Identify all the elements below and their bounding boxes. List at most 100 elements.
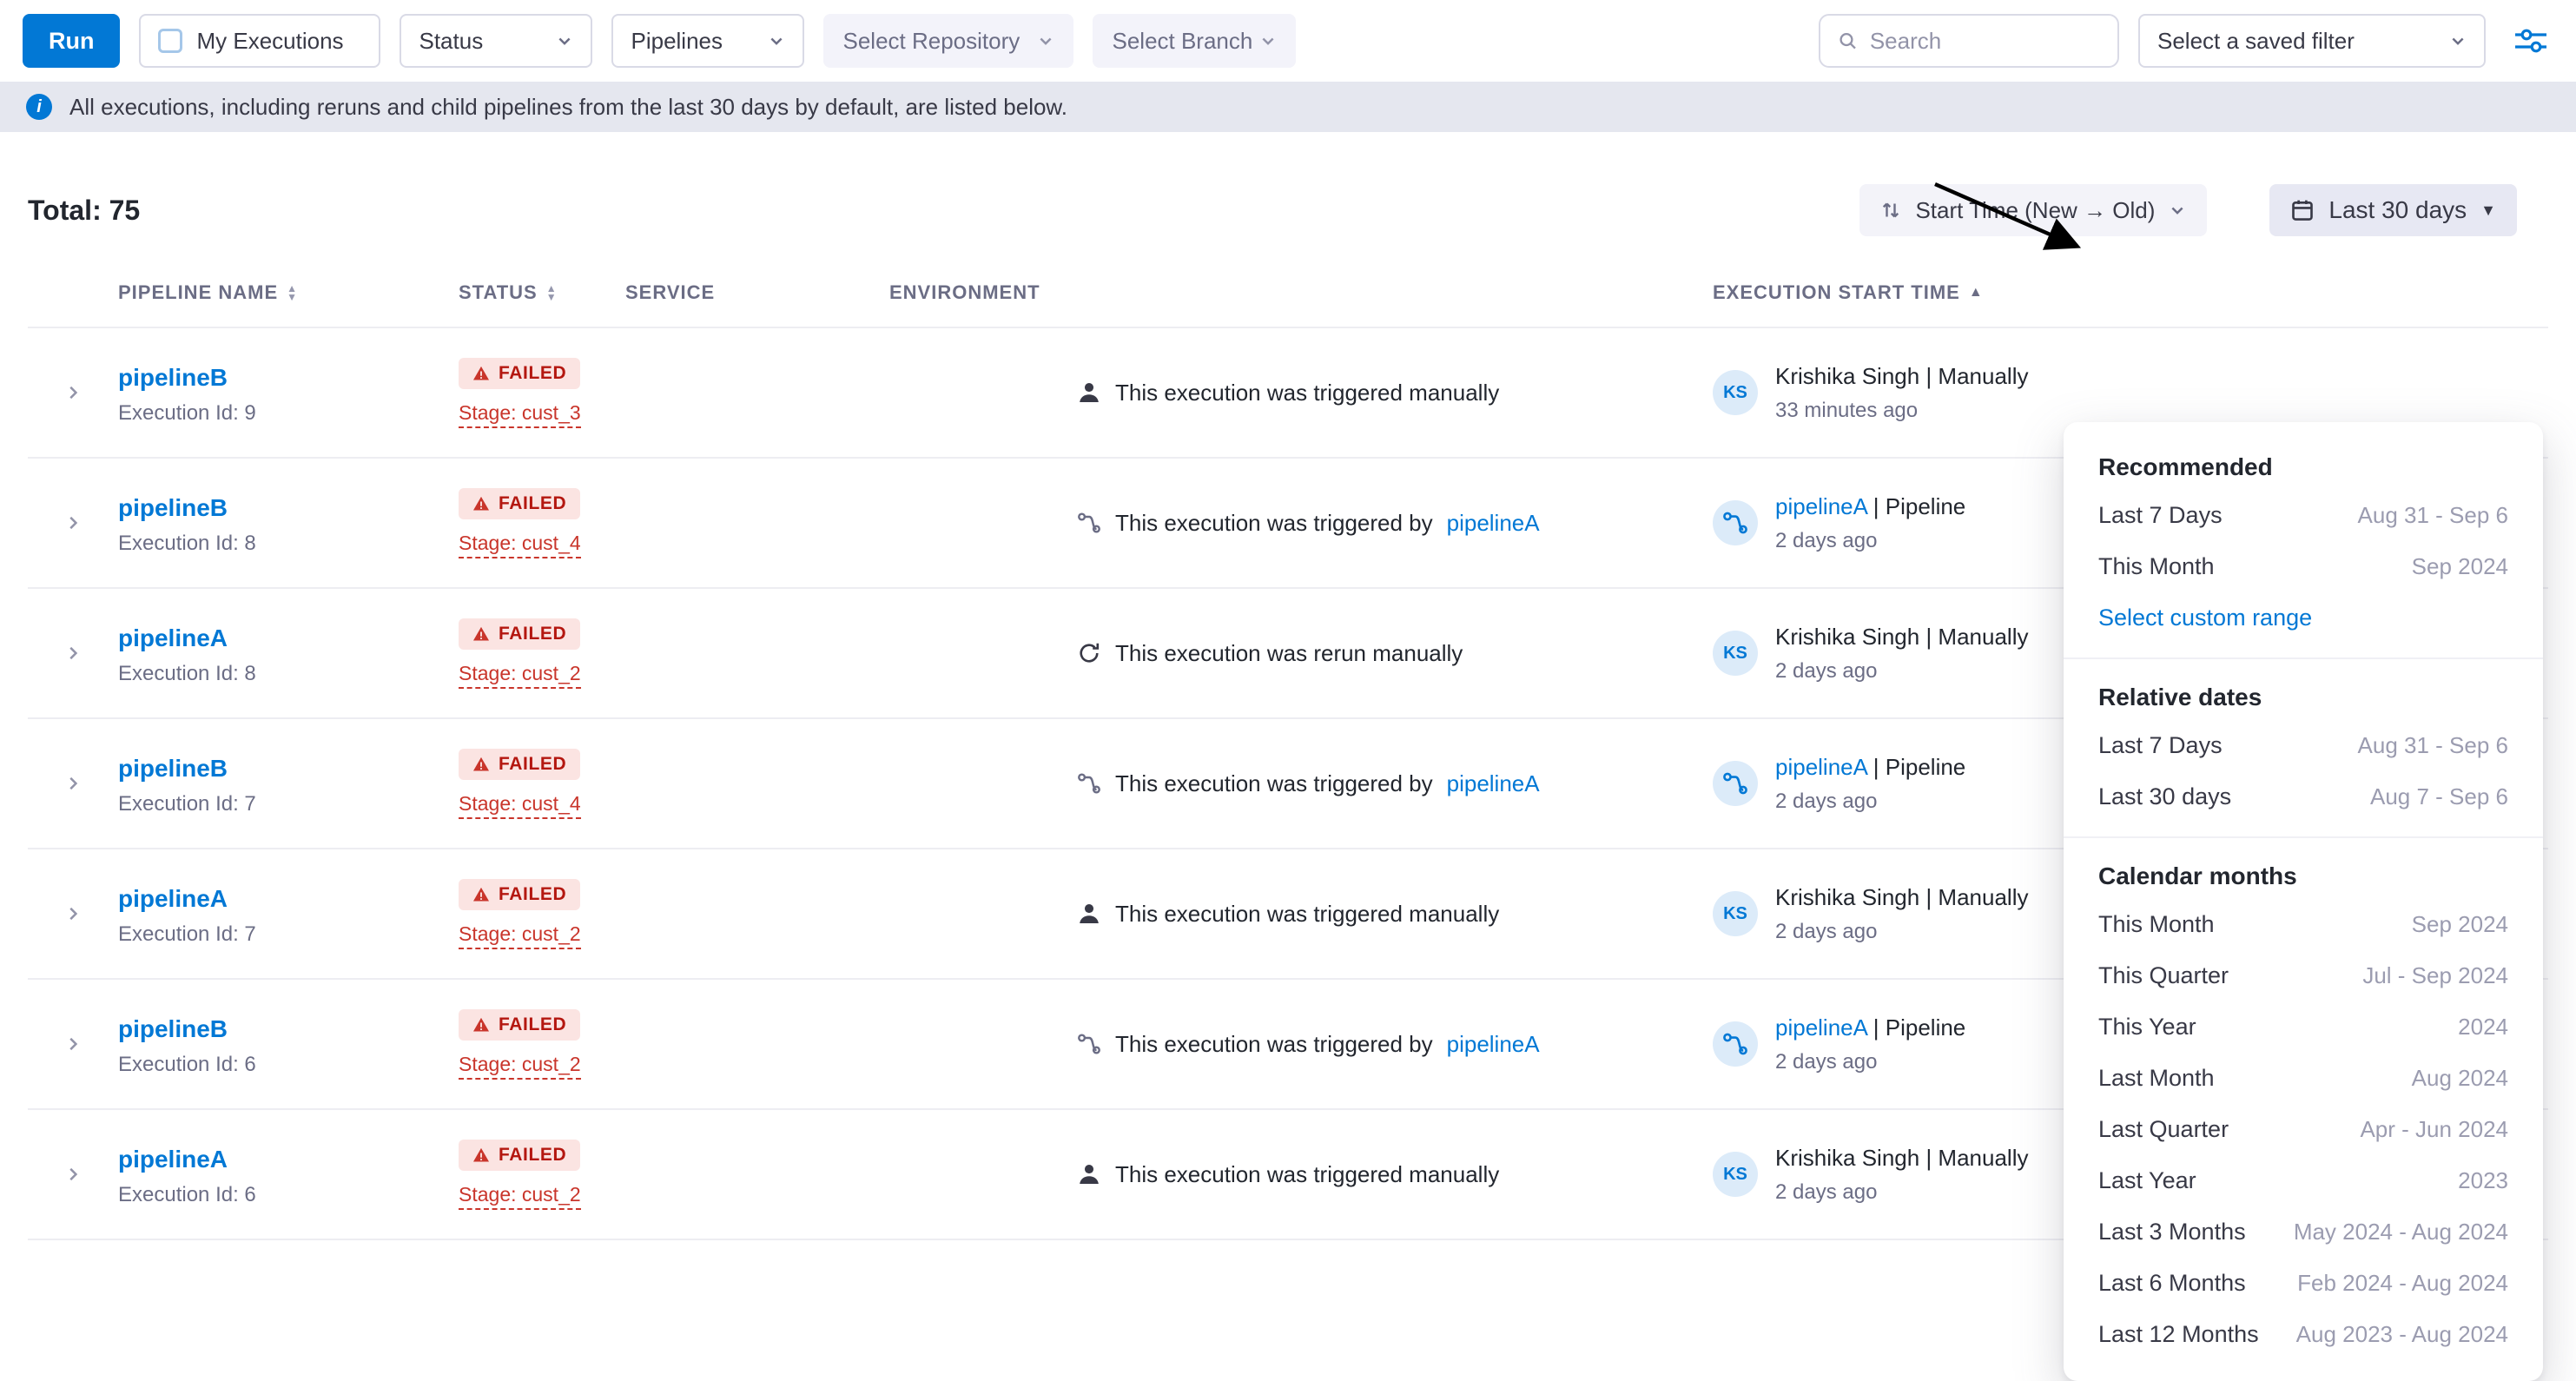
start-time-ago: 2 days ago	[1775, 920, 2028, 944]
starter-pipeline-link[interactable]: pipelineA	[1775, 1014, 1867, 1041]
date-menu-item[interactable]: Last QuarterApr - Jun 2024	[2064, 1104, 2543, 1155]
column-header[interactable]: EXECUTION START TIME▲	[1713, 281, 2548, 304]
date-menu-item[interactable]: Last 30 days Aug 7 - Sep 6	[2064, 771, 2543, 823]
execution-id: Execution Id: 9	[118, 401, 459, 426]
pipeline-name-link[interactable]: pipelineB	[118, 494, 228, 521]
menu-section: RecommendedLast 7 DaysAug 31 - Sep 6This…	[2064, 436, 2543, 644]
menu-item-label: This Month	[2098, 911, 2215, 938]
stage-link[interactable]: Stage: cust_2	[459, 922, 581, 949]
total-count: Total: 75	[28, 195, 140, 227]
column-header: SERVICE	[625, 281, 889, 304]
starter-pipeline-link[interactable]: pipelineA	[1775, 493, 1867, 519]
select-branch-label: Select Branch	[1112, 28, 1252, 55]
my-executions-checkbox[interactable]: My Executions	[139, 14, 380, 68]
search-box[interactable]	[1819, 14, 2119, 68]
menu-item-range: Feb 2024 - Aug 2024	[2297, 1270, 2508, 1297]
select-branch-dropdown[interactable]: Select Branch	[1093, 14, 1296, 68]
chevron-down-icon	[1037, 32, 1054, 50]
stage-link[interactable]: Stage: cust_2	[459, 1053, 581, 1080]
menu-item-range: 2024	[2458, 1014, 2508, 1041]
expand-chevron-icon[interactable]	[63, 1165, 83, 1184]
sort-dropdown-label: Start Time (New → Old)	[1915, 197, 2155, 224]
stage-link[interactable]: Stage: cust_4	[459, 532, 581, 558]
date-menu-item[interactable]: Last 12 MonthsAug 2023 - Aug 2024	[2064, 1309, 2543, 1360]
start-time-ago: 2 days ago	[1775, 1050, 1965, 1074]
date-range-button[interactable]: Last 30 days ▼	[2269, 184, 2517, 236]
pipeline-name-link[interactable]: pipelineA	[118, 1146, 228, 1173]
date-menu-item[interactable]: Last MonthAug 2024	[2064, 1053, 2543, 1104]
date-menu-item[interactable]: Last Year2023	[2064, 1155, 2543, 1206]
starter-suffix: | Manually	[1925, 363, 2028, 389]
expand-chevron-icon[interactable]	[63, 513, 83, 532]
calendar-icon	[2290, 198, 2315, 222]
trigger-text: This execution was triggered manually	[1115, 1161, 1499, 1188]
column-header[interactable]: PIPELINE NAME▲▼	[118, 281, 459, 304]
select-repository-dropdown[interactable]: Select Repository	[823, 14, 1073, 68]
stage-link[interactable]: Stage: cust_4	[459, 792, 581, 819]
date-menu-item[interactable]: This MonthSep 2024	[2064, 899, 2543, 950]
execution-id: Execution Id: 6	[118, 1183, 459, 1207]
trigger-pipeline-link[interactable]: pipelineA	[1447, 510, 1540, 537]
date-menu-item[interactable]: This MonthSep 2024	[2064, 541, 2543, 592]
warning-icon	[472, 1146, 490, 1164]
status-dropdown[interactable]: Status	[400, 14, 592, 68]
stage-link[interactable]: Stage: cust_2	[459, 1183, 581, 1210]
pipeline-name-link[interactable]: pipelineB	[118, 1015, 228, 1042]
start-time-ago: 33 minutes ago	[1775, 399, 2028, 423]
stage-link[interactable]: Stage: cust_3	[459, 401, 581, 428]
status-badge: FAILED	[459, 1009, 580, 1041]
date-menu-item[interactable]: This Year2024	[2064, 1001, 2543, 1053]
checkbox-icon[interactable]	[158, 29, 182, 53]
expand-chevron-icon[interactable]	[63, 1034, 83, 1054]
user-avatar: KS	[1713, 891, 1758, 936]
sort-order-icon	[1880, 200, 1901, 221]
pipeline-avatar-icon	[1713, 500, 1758, 545]
column-header[interactable]: STATUS▲▼	[459, 281, 625, 304]
expand-chevron-icon[interactable]	[63, 774, 83, 793]
sort-dropdown[interactable]: Start Time (New → Old)	[1859, 184, 2207, 236]
date-menu-item[interactable]: Last 7 DaysAug 31 - Sep 6	[2064, 720, 2543, 771]
run-button[interactable]: Run	[23, 14, 120, 68]
expand-chevron-icon[interactable]	[63, 904, 83, 923]
start-time-ago: 2 days ago	[1775, 790, 1965, 814]
status-badge: FAILED	[459, 618, 580, 650]
saved-filter-dropdown[interactable]: Select a saved filter	[2138, 14, 2486, 68]
chevron-down-icon	[768, 32, 785, 50]
trigger-pipeline-link[interactable]: pipelineA	[1447, 770, 1540, 797]
execution-id: Execution Id: 7	[118, 792, 459, 816]
date-menu-item[interactable]: This QuarterJul - Sep 2024	[2064, 950, 2543, 1001]
starter-pipeline-link[interactable]: pipelineA	[1775, 754, 1867, 780]
pipeline-name-link[interactable]: pipelineA	[118, 885, 228, 912]
menu-item-label: Last Year	[2098, 1167, 2196, 1194]
summary-row: Total: 75 Start Time (New → Old) Last 30…	[28, 184, 2548, 236]
search-input[interactable]	[1870, 28, 2100, 55]
menu-item-range: Aug 7 - Sep 6	[2370, 783, 2508, 810]
filter-panel-button[interactable]	[2508, 20, 2553, 62]
info-icon: i	[26, 94, 52, 120]
table-header: PIPELINE NAME▲▼STATUS▲▼SERVICEENVIRONMEN…	[28, 281, 2548, 304]
expand-chevron-icon[interactable]	[63, 383, 83, 402]
filter-sliders-icon	[2515, 27, 2546, 55]
menu-item-label: Last 30 days	[2098, 783, 2231, 810]
expand-chevron-icon[interactable]	[63, 644, 83, 663]
warning-icon	[472, 886, 490, 903]
pipeline-name-link[interactable]: pipelineB	[118, 364, 228, 391]
pipelines-dropdown[interactable]: Pipelines	[611, 14, 804, 68]
trigger-text: This execution was triggered manually	[1115, 380, 1499, 406]
date-menu-item[interactable]: Last 7 DaysAug 31 - Sep 6	[2064, 490, 2543, 541]
date-menu-item[interactable]: Last 3 MonthsMay 2024 - Aug 2024	[2064, 1206, 2543, 1258]
status-badge: FAILED	[459, 879, 580, 910]
date-menu-item[interactable]: Last 6 MonthsFeb 2024 - Aug 2024	[2064, 1258, 2543, 1309]
pipeline-avatar-icon	[1713, 1021, 1758, 1067]
starter-suffix: | Manually	[1925, 624, 2028, 650]
date-menu-item[interactable]: Select custom range	[2064, 592, 2543, 644]
pipeline-name-link[interactable]: pipelineA	[118, 624, 228, 651]
trigger-pipeline-link[interactable]: pipelineA	[1447, 1031, 1540, 1058]
stage-link[interactable]: Stage: cust_2	[459, 662, 581, 689]
menu-item-range: Aug 31 - Sep 6	[2358, 732, 2508, 759]
pipeline-name-link[interactable]: pipelineB	[118, 755, 228, 782]
sort-updown-icon: ▲▼	[546, 284, 558, 301]
status-badge: FAILED	[459, 488, 580, 519]
status-badge: FAILED	[459, 1140, 580, 1171]
sort-updown-icon: ▲▼	[287, 284, 298, 301]
